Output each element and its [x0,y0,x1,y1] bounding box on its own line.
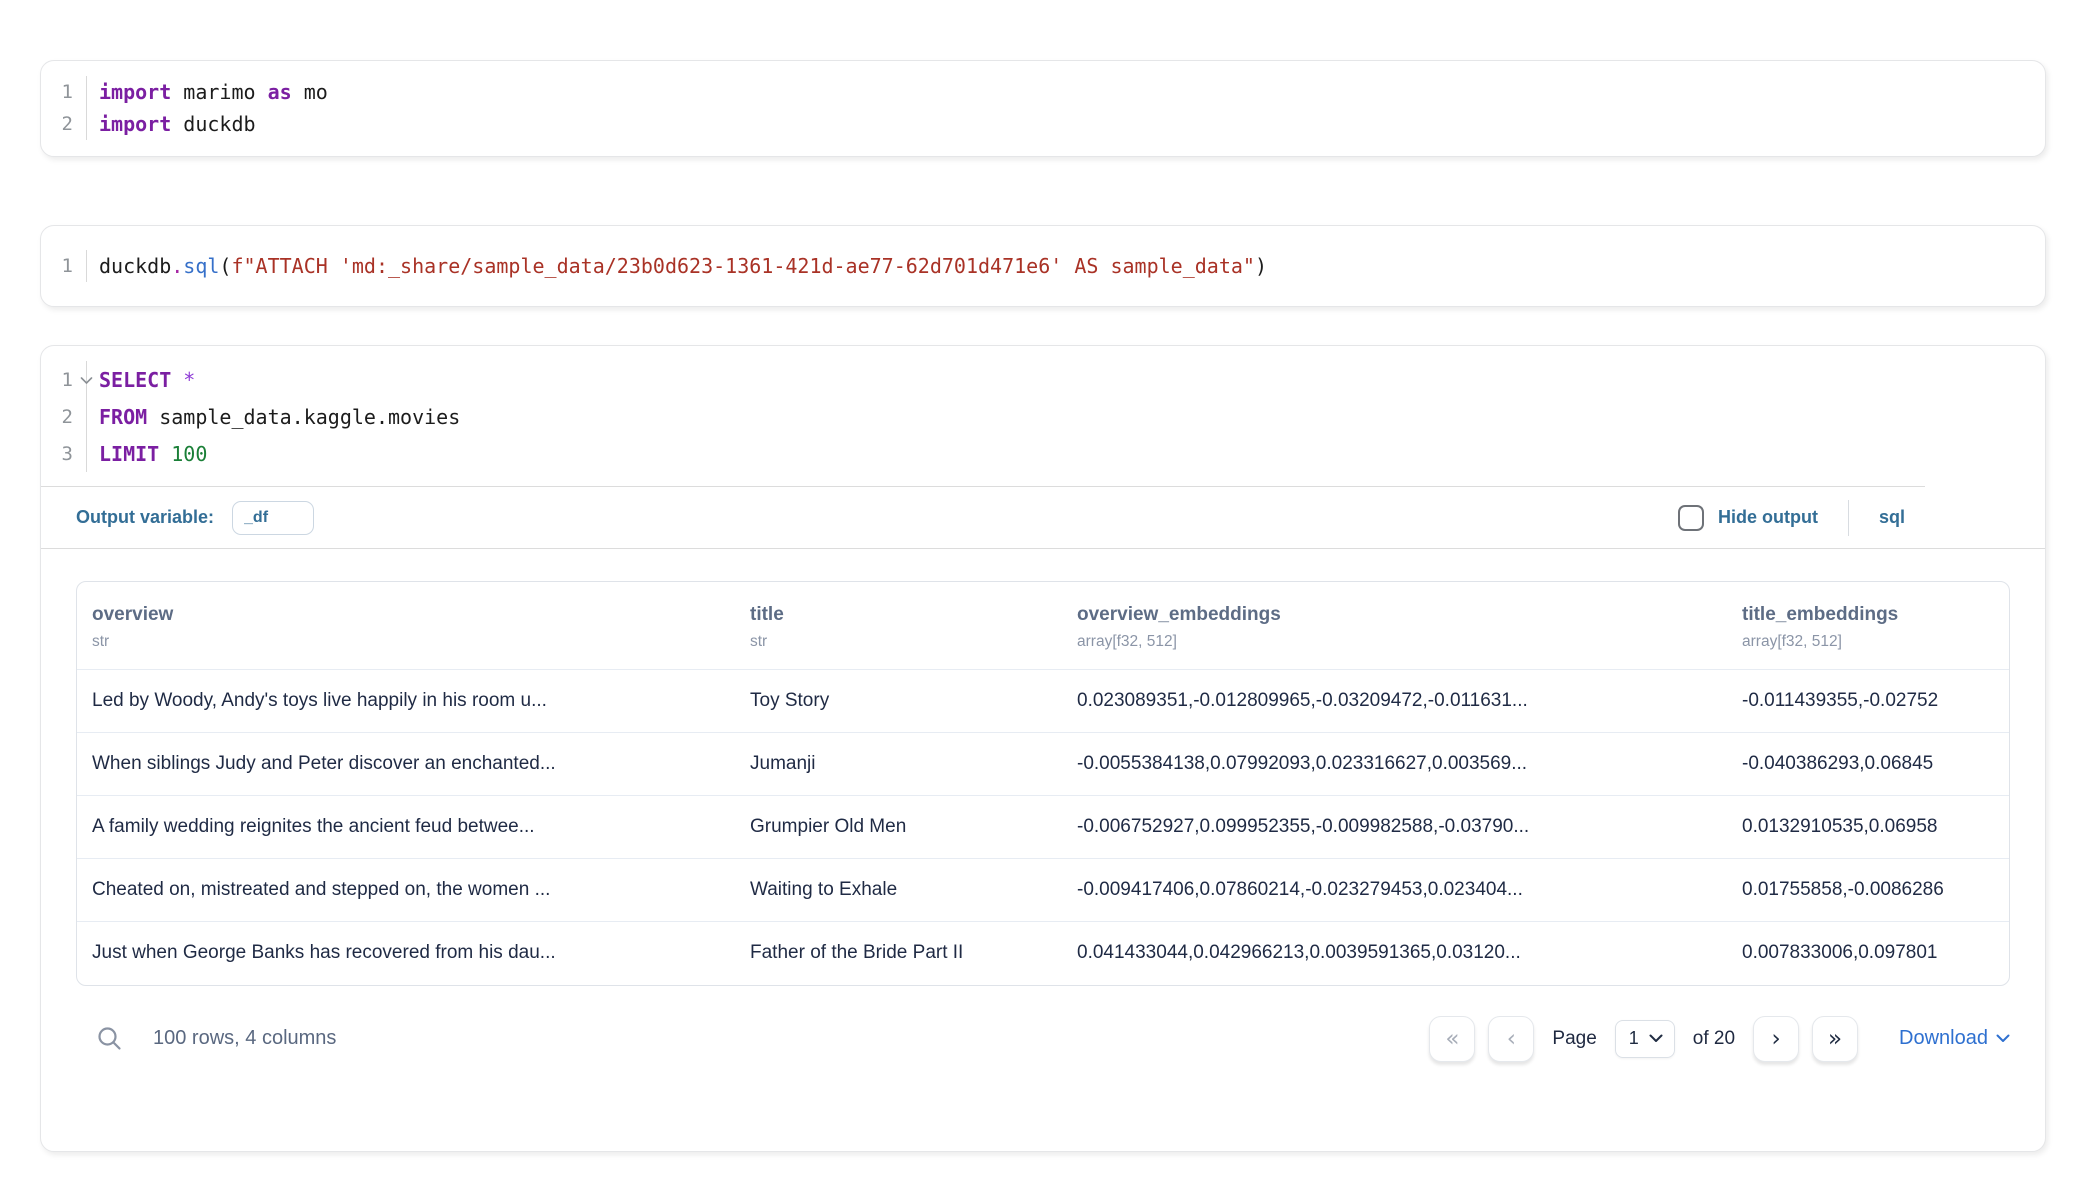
table-row[interactable]: When siblings Judy and Peter discover an… [77,733,2009,796]
line-number: 3 [41,443,86,465]
table-toolbar: 100 rows, 4 columns « ‹ Page 1 of 20 › »… [76,1016,2010,1062]
page-select[interactable]: 1 [1615,1020,1675,1058]
code-text: import duckdb [86,108,256,140]
table-row[interactable]: A family wedding reignites the ancient f… [77,796,2009,859]
table-cell: 0.041433044,0.042966213,0.0039591365,0.0… [1062,922,1727,985]
first-page-button[interactable]: « [1429,1016,1475,1062]
language-badge[interactable]: sql [1879,507,1905,528]
line-number: 1 [41,81,86,103]
notebook-cell-sql: 1SELECT *2FROM sample_data.kaggle.movies… [40,345,2046,1152]
next-page-button[interactable]: › [1753,1016,1799,1062]
code-editor-imports[interactable]: 1import marimo as mo2import duckdb [41,61,2045,140]
code-line[interactable]: 1duckdb.sql(f"ATTACH 'md:_share/sample_d… [41,250,2045,282]
line-number: 2 [41,113,86,135]
table-cell: 0.01755858,-0.0086286 [1727,859,2009,922]
line-number: 1 [41,369,86,391]
output-variable-label: Output variable: [76,507,214,528]
column-name: overview [92,604,720,626]
code-text: LIMIT 100 [86,435,207,472]
page-label: Page [1552,1028,1596,1050]
output-variable-input[interactable] [232,501,314,535]
column-header[interactable]: title_embeddings array[f32, 512] [1727,582,2009,670]
download-button[interactable]: Download [1899,1027,2010,1050]
column-type: array[f32, 512] [1742,633,1994,651]
hide-output-checkbox[interactable] [1678,505,1704,531]
code-line[interactable]: 2import duckdb [41,108,2045,140]
table-row[interactable]: Led by Woody, Andy's toys live happily i… [77,670,2009,733]
table-cell: Toy Story [735,670,1062,733]
table-row[interactable]: Cheated on, mistreated and stepped on, t… [77,859,2009,922]
code-text: FROM sample_data.kaggle.movies [86,398,460,435]
column-name: title_embeddings [1742,604,1994,626]
table-header-row: overview str title str overview_embeddingsar… [77,582,2009,670]
prev-page-button[interactable]: ‹ [1488,1016,1534,1062]
code-line[interactable]: 1SELECT * [41,361,2045,398]
table-row[interactable]: Just when George Banks has recovered fro… [77,922,2009,985]
line-number: 2 [41,406,86,428]
total-pages-label: of 20 [1693,1028,1735,1050]
column-header[interactable]: overview_embeddings array[f32, 512] [1062,582,1727,670]
chevron-down-icon [1649,1034,1663,1043]
code-line[interactable]: 1import marimo as mo [41,76,2045,108]
column-header[interactable]: title str [735,582,1062,670]
table-cell: -0.0055384138,0.07992093,0.023316627,0.0… [1062,733,1727,796]
table-cell: A family wedding reignites the ancient f… [77,796,735,859]
notebook-cell-attach: 1duckdb.sql(f"ATTACH 'md:_share/sample_d… [40,225,2046,307]
table-cell: -0.011439355,-0.02752 [1727,670,2009,733]
table-cell: Led by Woody, Andy's toys live happily i… [77,670,735,733]
footer-divider [1848,500,1849,536]
code-editor-sql[interactable]: 1SELECT *2FROM sample_data.kaggle.movies… [41,346,2045,472]
table-body: Led by Woody, Andy's toys live happily i… [77,670,2009,985]
column-type: str [92,633,720,651]
column-type: str [750,633,1047,651]
search-icon[interactable] [96,1025,123,1052]
sql-cell-footer: Output variable: Hide output sql [41,487,2045,549]
table-cell: 0.007833006,0.097801 [1727,922,2009,985]
column-name: title [750,604,1047,626]
column-header[interactable]: overview str [77,582,735,670]
pagination-controls: « ‹ Page 1 of 20 › » Download [1429,1016,2010,1062]
table-cell: Just when George Banks has recovered fro… [77,922,735,985]
download-label: Download [1899,1027,1988,1050]
code-line[interactable]: 3LIMIT 100 [41,435,2045,472]
table-cell: Grumpier Old Men [735,796,1062,859]
page-select-value: 1 [1629,1028,1639,1049]
code-text: duckdb.sql(f"ATTACH 'md:_share/sample_da… [86,250,1267,282]
hide-output-label[interactable]: Hide output [1718,507,1818,528]
table-cell: When siblings Judy and Peter discover an… [77,733,735,796]
table-cell: Cheated on, mistreated and stepped on, t… [77,859,735,922]
table-cell: -0.006752927,0.099952355,-0.009982588,-0… [1062,796,1727,859]
column-type: array[f32, 512] [1077,633,1712,651]
notebook-cell-imports: 1import marimo as mo2import duckdb [40,60,2046,157]
dataframe-table-card: overview str title str overview_embeddingsar… [76,581,2010,986]
table-cell: 0.023089351,-0.012809965,-0.03209472,-0.… [1062,670,1727,733]
code-line[interactable]: 2FROM sample_data.kaggle.movies [41,398,2045,435]
fold-chevron-icon[interactable] [80,376,93,385]
chevron-down-icon [1996,1034,2010,1043]
code-text: SELECT * [86,361,195,398]
last-page-button[interactable]: » [1812,1016,1858,1062]
column-name: overview_embeddings [1077,604,1712,626]
line-number: 1 [41,255,86,277]
table-cell: -0.009417406,0.07860214,-0.023279453,0.0… [1062,859,1727,922]
table-cell: Father of the Bride Part II [735,922,1062,985]
row-count-summary: 100 rows, 4 columns [153,1027,336,1050]
code-editor-attach[interactable]: 1duckdb.sql(f"ATTACH 'md:_share/sample_d… [41,226,2045,282]
table-cell: -0.040386293,0.06845 [1727,733,2009,796]
dataframe-table: overview str title str overview_embeddingsar… [77,582,2009,985]
code-text: import marimo as mo [86,76,328,108]
table-cell: 0.0132910535,0.06958 [1727,796,2009,859]
table-cell: Jumanji [735,733,1062,796]
table-cell: Waiting to Exhale [735,859,1062,922]
